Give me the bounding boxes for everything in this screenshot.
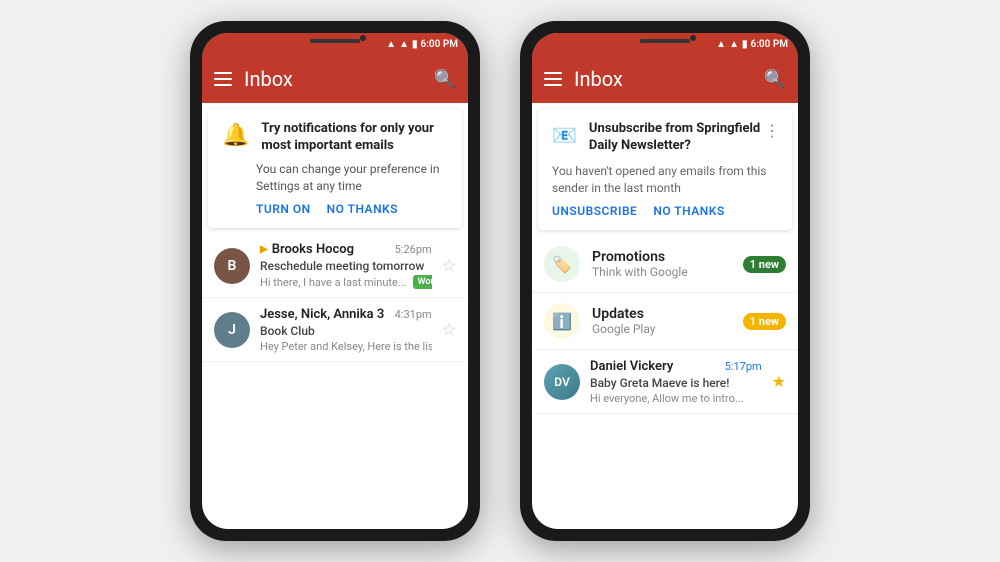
battery-icon: ▮: [412, 39, 418, 50]
status-time-1: 6:00 PM: [420, 39, 458, 50]
signal-icon: ▲: [399, 39, 409, 50]
unsub-card-inner: 📧 Unsubscribe from Springfield Daily New…: [538, 109, 792, 230]
hamburger-line: [544, 72, 562, 74]
notif-title: Try notifications for only your most imp…: [261, 121, 448, 155]
unsubscribe-button[interactable]: UNSUBSCRIBE: [552, 204, 637, 218]
signal-icon: ▲: [729, 39, 739, 50]
phone-2-screen: ▲ ▲ ▮ 6:00 PM Inbox 🔍 📧 Unsubscri: [532, 33, 798, 529]
promotions-name: Promotions: [592, 249, 731, 265]
email-preview-1: Hi there, I have a last minute... Work: [260, 275, 432, 289]
email-sender-2: Jesse, Nick, Annika 3: [260, 307, 384, 322]
promotions-content: Promotions Think with Google: [592, 249, 731, 279]
promotions-badge: 1 new: [743, 256, 786, 273]
avatar: DV: [544, 364, 580, 400]
app-bar-2: Inbox 🔍: [532, 55, 798, 103]
email-sender-dv: Daniel Vickery: [590, 359, 673, 374]
wifi-icon: ▲: [716, 39, 726, 50]
email-time-2: 4:31pm: [395, 308, 432, 321]
notification-card: 🔔 Try notifications for only your most i…: [208, 109, 462, 228]
status-icons-2: ▲ ▲ ▮ 6:00 PM: [716, 39, 788, 50]
email-header-2: Jesse, Nick, Annika 3 4:31pm: [260, 307, 432, 322]
unsub-body: You haven't opened any emails from this …: [552, 163, 778, 197]
promotions-icon: 🏷️: [544, 246, 580, 282]
hamburger-menu-2[interactable]: [544, 72, 562, 86]
app-bar-1: Inbox 🔍: [202, 55, 468, 103]
work-badge: Work: [413, 275, 432, 289]
list-item[interactable]: DV Daniel Vickery 5:17pm Baby Greta Maev…: [532, 350, 798, 414]
bell-icon: 🔔: [222, 123, 249, 148]
email-time-dv: 5:17pm: [725, 360, 762, 373]
status-time-2: 6:00 PM: [750, 39, 788, 50]
hamburger-line: [544, 84, 562, 86]
email-preview-dv: Hi everyone, Allow me to intro...: [590, 392, 762, 405]
email-preview-2: Hey Peter and Kelsey, Here is the list..…: [260, 340, 432, 353]
category-promotions[interactable]: 🏷️ Promotions Think with Google 1 new: [532, 236, 798, 293]
email-subject-2: Book Club: [260, 324, 432, 338]
unsub-row: 📧 Unsubscribe from Springfield Daily New…: [552, 121, 778, 155]
star-icon[interactable]: ★: [772, 372, 786, 391]
hamburger-line: [214, 72, 232, 74]
hamburger-line: [544, 78, 562, 80]
avatar: J: [214, 312, 250, 348]
star-icon[interactable]: ☆: [442, 256, 456, 275]
inbox-title-1: Inbox: [244, 67, 422, 91]
updates-badge: 1 new: [743, 313, 786, 330]
unsubscribe-card: 📧 Unsubscribe from Springfield Daily New…: [532, 103, 798, 236]
email-sender-1: ▶ Brooks Hocog: [260, 242, 354, 257]
email-actions-dv: ★: [772, 372, 786, 391]
email-header-1: ▶ Brooks Hocog 5:26pm: [260, 242, 432, 257]
turn-on-button[interactable]: TURN ON: [256, 202, 311, 216]
no-thanks-button-2[interactable]: NO THANKS: [653, 204, 724, 218]
phone-1-screen: ▲ ▲ ▮ 6:00 PM Inbox 🔍 🔔 Try notification…: [202, 33, 468, 529]
updates-icon: ℹ️: [544, 303, 580, 339]
search-button-1[interactable]: 🔍: [434, 69, 456, 90]
forward-icon: ▶: [260, 244, 268, 255]
email-content-2: Jesse, Nick, Annika 3 4:31pm Book Club H…: [260, 307, 432, 353]
wifi-icon: ▲: [386, 39, 396, 50]
status-bar-1: ▲ ▲ ▮ 6:00 PM: [202, 33, 468, 55]
hamburger-line: [214, 84, 232, 86]
status-bar-2: ▲ ▲ ▮ 6:00 PM: [532, 33, 798, 55]
updates-content: Updates Google Play: [592, 306, 731, 336]
status-icons-1: ▲ ▲ ▮ 6:00 PM: [386, 39, 458, 50]
updates-name: Updates: [592, 306, 731, 322]
phone-2: ▲ ▲ ▮ 6:00 PM Inbox 🔍 📧 Unsubscri: [520, 21, 810, 541]
email-time-1: 5:26pm: [395, 243, 432, 256]
avatar: B: [214, 248, 250, 284]
table-row[interactable]: J Jesse, Nick, Annika 3 4:31pm Book Club…: [202, 298, 468, 362]
email-list-1: B ▶ Brooks Hocog 5:26pm Reschedule meeti…: [202, 234, 468, 529]
table-row[interactable]: B ▶ Brooks Hocog 5:26pm Reschedule meeti…: [202, 234, 468, 298]
star-icon[interactable]: ☆: [442, 320, 456, 339]
phone-1: ▲ ▲ ▮ 6:00 PM Inbox 🔍 🔔 Try notification…: [190, 21, 480, 541]
unsub-title: Unsubscribe from Springfield Daily Newsl…: [589, 121, 778, 155]
battery-icon: ▮: [742, 39, 748, 50]
promotions-sub: Think with Google: [592, 265, 731, 279]
category-updates[interactable]: ℹ️ Updates Google Play 1 new: [532, 293, 798, 350]
inbox-title-2: Inbox: [574, 67, 752, 91]
email-content-dv: Daniel Vickery 5:17pm Baby Greta Maeve i…: [590, 359, 762, 405]
notif-actions: TURN ON NO THANKS: [222, 202, 448, 216]
email-header-dv: Daniel Vickery 5:17pm: [590, 359, 762, 374]
updates-sub: Google Play: [592, 322, 731, 336]
hamburger-menu-1[interactable]: [214, 72, 232, 86]
more-options-button[interactable]: ⋮: [764, 121, 780, 140]
email-subject-dv: Baby Greta Maeve is here!: [590, 376, 762, 390]
unsub-actions: UNSUBSCRIBE NO THANKS: [552, 204, 778, 218]
email-actions-2: ☆: [442, 320, 456, 339]
search-button-2[interactable]: 🔍: [764, 69, 786, 90]
notif-body: You can change your preference in Settin…: [222, 161, 448, 195]
notif-content-row: 🔔 Try notifications for only your most i…: [222, 121, 448, 155]
email-actions-1: ☆: [442, 256, 456, 275]
no-thanks-button-1[interactable]: NO THANKS: [327, 202, 398, 216]
unsub-content: Unsubscribe from Springfield Daily Newsl…: [589, 121, 778, 155]
unsubscribe-icon: 📧: [552, 123, 577, 147]
hamburger-line: [214, 78, 232, 80]
email-content-1: ▶ Brooks Hocog 5:26pm Reschedule meeting…: [260, 242, 432, 289]
email-subject-1: Reschedule meeting tomorrow: [260, 259, 432, 273]
